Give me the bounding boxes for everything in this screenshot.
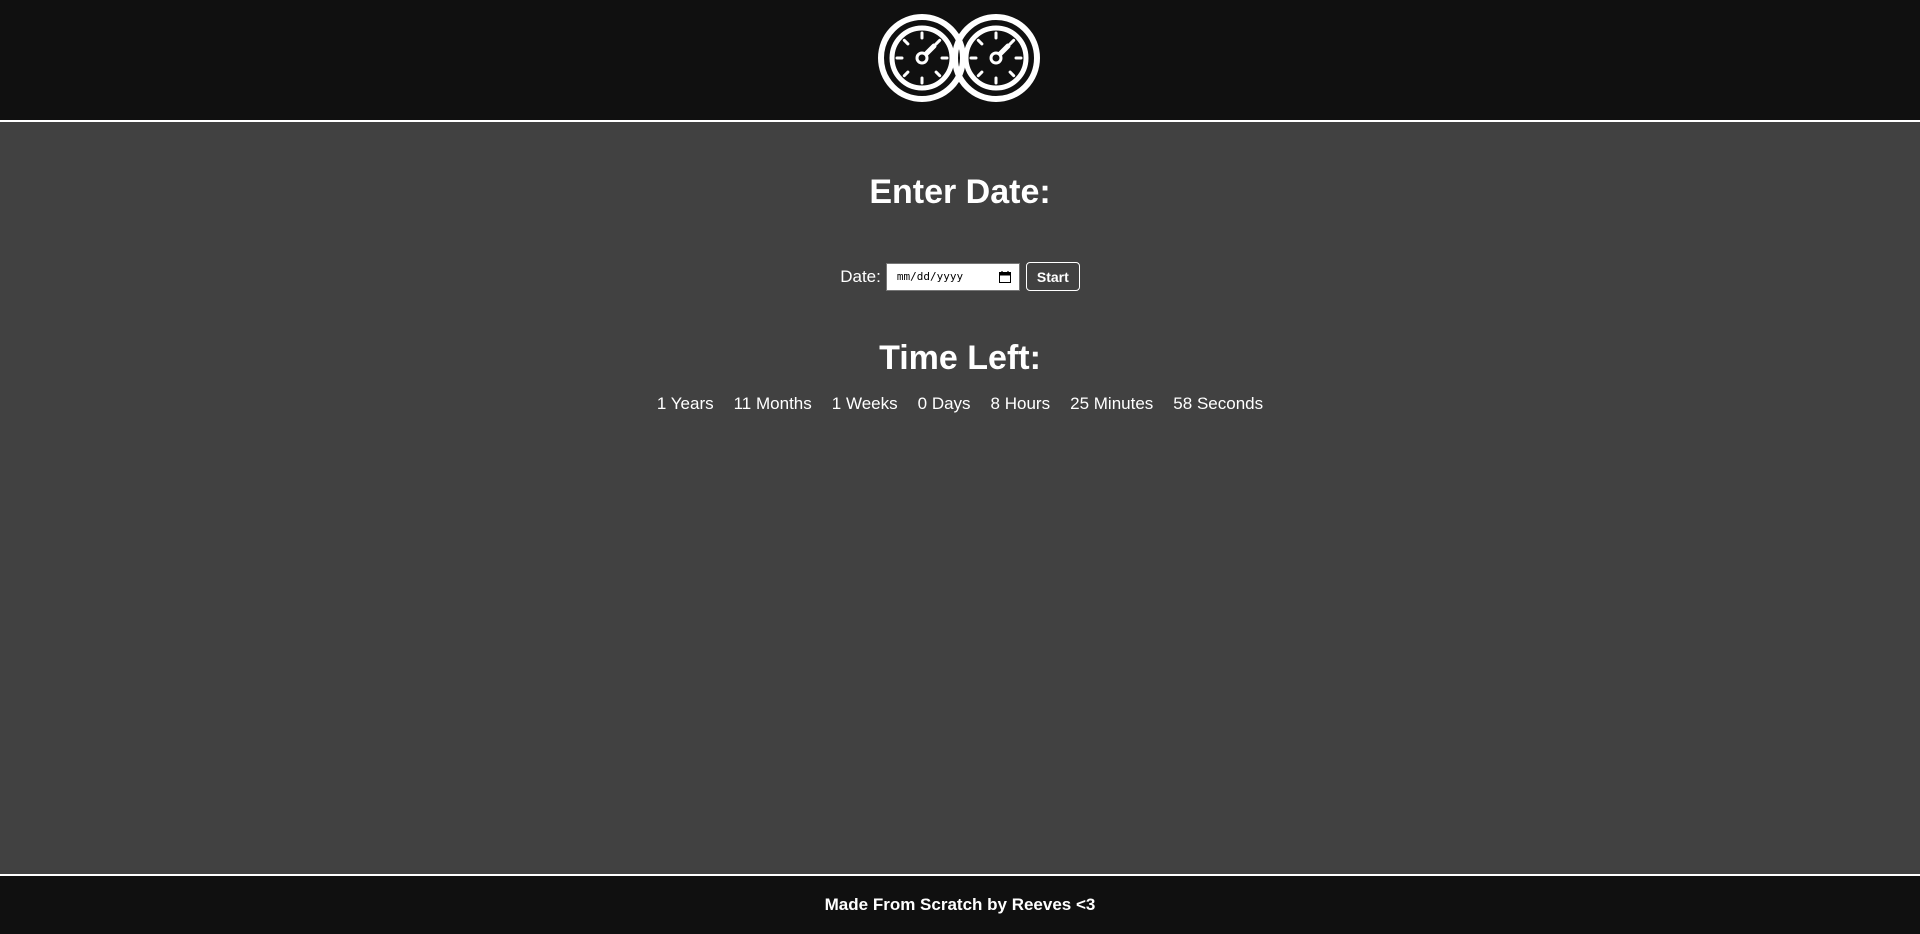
date-placeholder: mm/dd/yyyy (896, 270, 964, 283)
countdown-days: 0 Days (917, 394, 971, 413)
countdown-minutes: 25 Minutes (1070, 394, 1154, 413)
date-form: Date: mm/dd/yyyy Start (0, 262, 1920, 291)
twin-stopwatch-icon (878, 14, 1040, 102)
countdown-weeks: 1 Weeks (831, 394, 898, 413)
main-content: Enter Date: Date: mm/dd/yyyy Start Time … (0, 122, 1920, 874)
countdown-years: 1 Years (656, 394, 714, 413)
start-button[interactable]: Start (1025, 262, 1080, 291)
calendar-icon[interactable] (998, 270, 1011, 283)
footer: Made From Scratch by Reeves <3 (0, 874, 1920, 934)
footer-credit: Made From Scratch by Reeves <3 (824, 895, 1096, 914)
countdown-hours: 8 Hours (990, 394, 1051, 413)
countdown-months: 11 Months (733, 394, 812, 413)
countdown: 1 Years 11 Months 1 Weeks 0 Days 8 Hours… (0, 394, 1920, 414)
time-left-heading: Time Left: (879, 339, 1041, 377)
enter-date-heading: Enter Date: (869, 173, 1051, 211)
countdown-seconds: 58 Seconds (1173, 394, 1264, 413)
date-input[interactable]: mm/dd/yyyy (885, 262, 1020, 291)
header (0, 0, 1920, 122)
date-label: Date: (840, 266, 881, 286)
